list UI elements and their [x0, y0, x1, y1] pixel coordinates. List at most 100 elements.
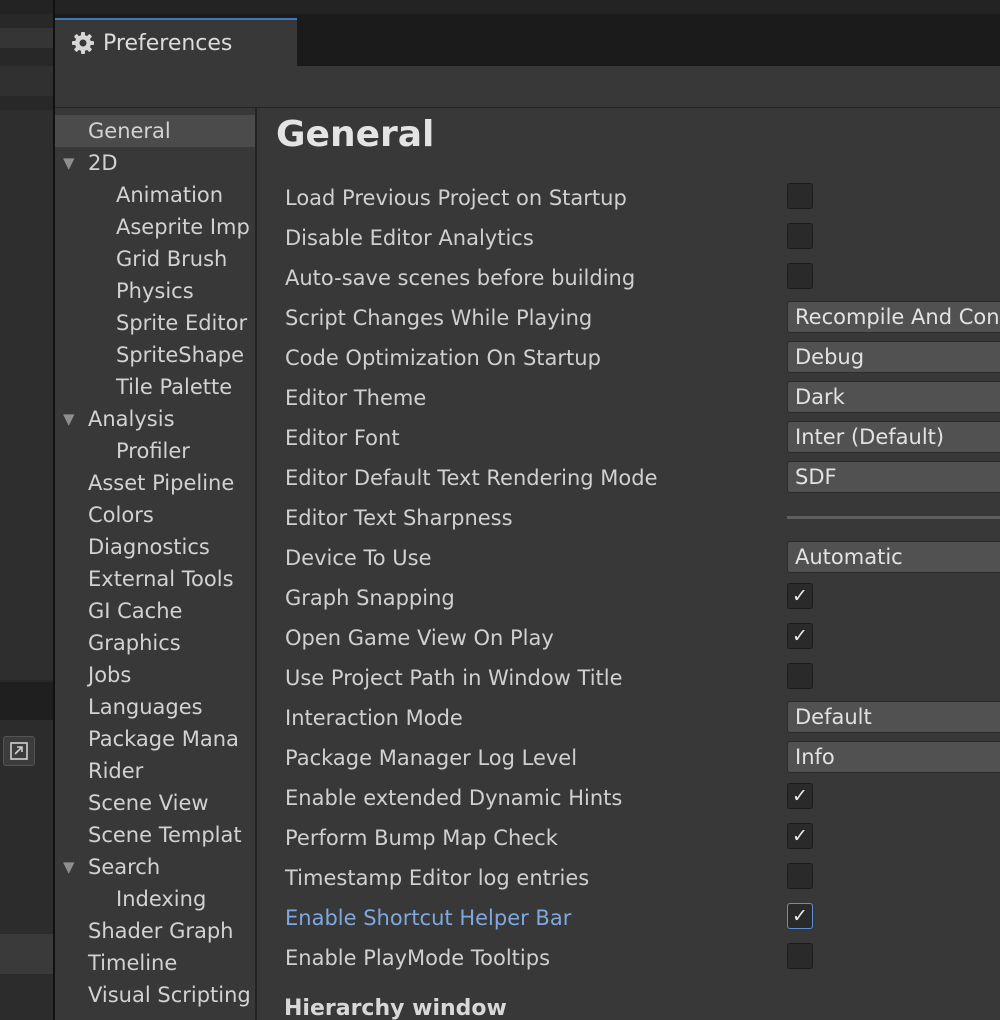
sidebar-item-label: Grid Brush	[116, 247, 228, 271]
sidebar-item-general[interactable]: General	[55, 115, 255, 147]
setting-dropdown[interactable]: SDF	[787, 461, 1000, 493]
sidebar-item-label: 2D	[88, 151, 118, 175]
setting-dropdown[interactable]: Recompile And Continue Playing	[787, 301, 1000, 333]
sidebar-item-search[interactable]: ▼ Search	[55, 851, 255, 883]
sidebar-item-timeline[interactable]: Timeline	[55, 947, 255, 979]
sidebar-item-rider[interactable]: Rider	[55, 755, 255, 787]
setting-checkbox[interactable]: ✓	[787, 783, 813, 809]
sidebar-item-aseprite-imp[interactable]: Aseprite Imp	[55, 211, 255, 243]
setting-row-enable-playmode-tooltips: Enable PlayMode Tooltips	[257, 938, 1000, 978]
popout-icon	[10, 742, 28, 760]
setting-checkbox[interactable]: ✓	[787, 903, 813, 929]
sidebar-item-label: Graphics	[88, 631, 181, 655]
sidebar-item-jobs[interactable]: Jobs	[55, 659, 255, 691]
expand-arrow-icon[interactable]: ▼	[63, 851, 75, 883]
background-editor-panel	[0, 14, 54, 1020]
setting-label: Package Manager Log Level	[285, 746, 578, 770]
sidebar-item-label: Timeline	[88, 951, 178, 975]
sidebar-item-label: Indexing	[116, 887, 207, 911]
sidebar-item-label: Tile Palette	[116, 375, 233, 399]
preferences-tab[interactable]: Preferences	[55, 18, 297, 66]
sidebar-item-label: Asset Pipeline	[88, 471, 235, 495]
sidebar-item-scene-view[interactable]: Scene View	[55, 787, 255, 819]
sidebar-item-profiler[interactable]: Profiler	[55, 435, 255, 467]
sidebar-item-visual-scripting[interactable]: Visual Scripting	[55, 979, 255, 1011]
popout-button[interactable]	[3, 736, 35, 766]
sidebar-item-physics[interactable]: Physics	[55, 275, 255, 307]
setting-row-code-optimization-on-startup: Code Optimization On Startup Debug	[257, 338, 1000, 378]
background-editor-strip	[0, 0, 1000, 14]
settings-panel: General Load Previous Project on Startup…	[257, 108, 1000, 1020]
sidebar-item-tile-palette[interactable]: Tile Palette	[55, 371, 255, 403]
sidebar-item-indexing[interactable]: Indexing	[55, 883, 255, 915]
sidebar-item-gi-cache[interactable]: GI Cache	[55, 595, 255, 627]
setting-dropdown[interactable]: Automatic	[787, 541, 1000, 573]
sidebar-item-label: Colors	[88, 503, 154, 527]
setting-row-package-manager-log-level: Package Manager Log Level Info	[257, 738, 1000, 778]
expand-arrow-icon[interactable]: ▼	[63, 147, 75, 179]
sidebar-item-external-tools[interactable]: External Tools	[55, 563, 255, 595]
sidebar-item-spriteshape[interactable]: SpriteShape	[55, 339, 255, 371]
setting-checkbox[interactable]: ✓	[787, 623, 813, 649]
sharpness-slider[interactable]	[787, 516, 1000, 519]
setting-label: Editor Theme	[285, 386, 427, 410]
sidebar-item-label: Sprite Editor	[116, 311, 248, 335]
setting-label: Disable Editor Analytics	[285, 226, 534, 250]
sidebar-item-label: Visual Scripting	[88, 983, 251, 1007]
setting-row-enable-shortcut-helper-bar: Enable Shortcut Helper Bar ✓	[257, 898, 1000, 938]
sidebar-item-grid-brush[interactable]: Grid Brush	[55, 243, 255, 275]
page-title: General	[276, 114, 435, 155]
checkmark-icon: ✓	[792, 625, 808, 647]
setting-checkbox[interactable]: ✓	[787, 823, 813, 849]
sidebar-item-scene-templat[interactable]: Scene Templat	[55, 819, 255, 851]
setting-row-timestamp-editor-log-entries: Timestamp Editor log entries	[257, 858, 1000, 898]
sidebar-item-label: Scene Templat	[88, 823, 242, 847]
sidebar-item-label: General	[88, 119, 171, 143]
sidebar-item-analysis[interactable]: ▼ Analysis	[55, 403, 255, 435]
sidebar-item-label: Physics	[116, 279, 194, 303]
setting-dropdown[interactable]: Debug	[787, 341, 1000, 373]
checkmark-icon: ✓	[792, 905, 808, 927]
setting-checkbox[interactable]	[787, 943, 813, 969]
setting-checkbox[interactable]	[787, 223, 813, 249]
setting-row-disable-editor-analytics: Disable Editor Analytics	[257, 218, 1000, 258]
sidebar-item-diagnostics[interactable]: Diagnostics	[55, 531, 255, 563]
setting-row-device-to-use: Device To Use Automatic	[257, 538, 1000, 578]
sidebar-item-languages[interactable]: Languages	[55, 691, 255, 723]
setting-checkbox[interactable]	[787, 863, 813, 889]
setting-row-editor-text-sharpness: Editor Text Sharpness	[257, 498, 1000, 538]
setting-checkbox[interactable]: ✓	[787, 583, 813, 609]
sidebar-item-label: Rider	[88, 759, 144, 783]
setting-row-interaction-mode: Interaction Mode Default	[257, 698, 1000, 738]
sidebar-item-shader-graph[interactable]: Shader Graph	[55, 915, 255, 947]
setting-label: Editor Font	[285, 426, 400, 450]
setting-dropdown[interactable]: Inter (Default)	[787, 421, 1000, 453]
sidebar-item-package-mana[interactable]: Package Mana	[55, 723, 255, 755]
sidebar-item-label: Search	[88, 855, 161, 879]
setting-row-enable-extended-dynamic-hints: Enable extended Dynamic Hints ✓	[257, 778, 1000, 818]
setting-row-editor-default-text-rendering-mode: Editor Default Text Rendering Mode SDF	[257, 458, 1000, 498]
gear-icon	[72, 32, 94, 54]
setting-checkbox[interactable]	[787, 663, 813, 689]
setting-row-load-previous-project-on-startup: Load Previous Project on Startup	[257, 178, 1000, 218]
setting-label: Code Optimization On Startup	[285, 346, 601, 370]
setting-checkbox[interactable]	[787, 183, 813, 209]
sidebar-item-asset-pipeline[interactable]: Asset Pipeline	[55, 467, 255, 499]
setting-label: Enable extended Dynamic Hints	[285, 786, 623, 810]
expand-arrow-icon[interactable]: ▼	[63, 403, 75, 435]
sidebar-item-sprite-editor[interactable]: Sprite Editor	[55, 307, 255, 339]
setting-label: Enable PlayMode Tooltips	[285, 946, 551, 970]
setting-dropdown[interactable]: Info	[787, 741, 1000, 773]
setting-label: Open Game View On Play	[285, 626, 554, 650]
sidebar-item-colors[interactable]: Colors	[55, 499, 255, 531]
setting-dropdown[interactable]: Dark	[787, 381, 1000, 413]
setting-row-use-project-path-in-window-title: Use Project Path in Window Title	[257, 658, 1000, 698]
setting-dropdown[interactable]: Default	[787, 701, 1000, 733]
sidebar-item-graphics[interactable]: Graphics	[55, 627, 255, 659]
setting-label: Enable Shortcut Helper Bar	[285, 906, 572, 930]
sidebar-item-2d[interactable]: ▼ 2D	[55, 147, 255, 179]
setting-checkbox[interactable]	[787, 263, 813, 289]
checkmark-icon: ✓	[792, 785, 808, 807]
sidebar-item-label: Animation	[116, 183, 224, 207]
sidebar-item-animation[interactable]: Animation	[55, 179, 255, 211]
